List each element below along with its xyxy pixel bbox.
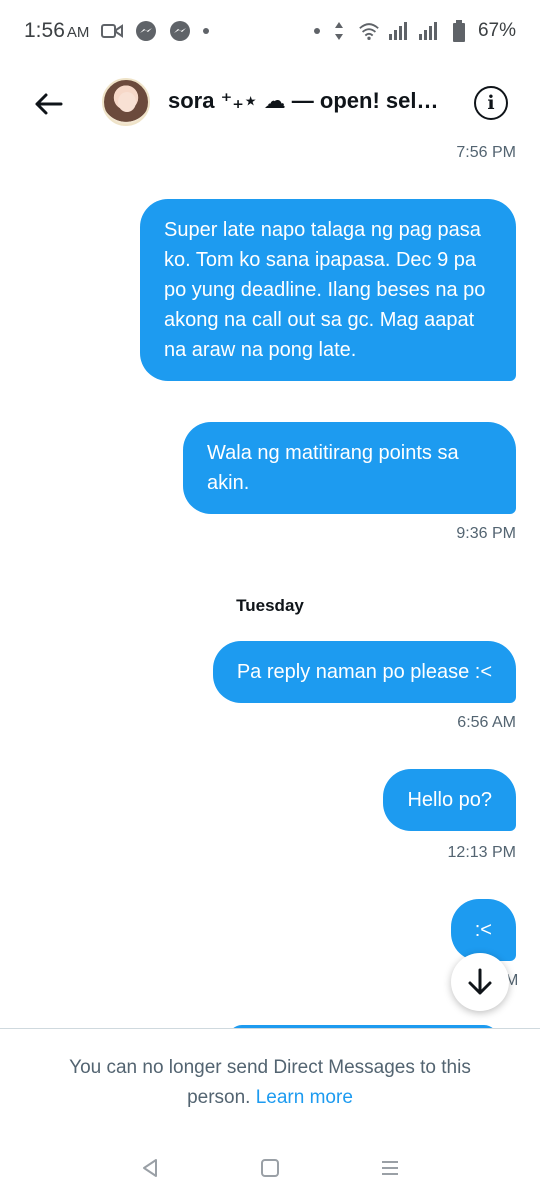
day-separator: Tuesday xyxy=(236,596,304,615)
nav-recents-button[interactable] xyxy=(370,1148,410,1188)
message-timestamp: 9:36 PM xyxy=(456,525,516,542)
message-bubble[interactable]: :< xyxy=(450,899,516,961)
message-bubble[interactable]: Hello po? xyxy=(383,769,516,831)
dm-disabled-notice: You can no longer send Direct Messages t… xyxy=(0,1028,540,1136)
status-bar: 1:56 AM 67% xyxy=(0,0,540,62)
info-icon: i xyxy=(487,92,495,114)
nav-back-button[interactable] xyxy=(130,1148,170,1188)
status-time: 1:56 AM xyxy=(24,19,90,42)
conversation-title[interactable]: sora ⁺₊⋆ ☁ — open! sel… xyxy=(168,88,463,114)
message-timestamp: 12:13 PM xyxy=(447,844,516,861)
messenger-icon xyxy=(135,20,157,42)
wifi-icon xyxy=(358,20,380,42)
recents-lines-icon xyxy=(382,1161,398,1175)
notification-dot-icon xyxy=(313,28,320,34)
signal-icon xyxy=(388,20,410,42)
back-button[interactable] xyxy=(30,86,66,122)
conversation-header: sora ⁺₊⋆ ☁ — open! sel… i xyxy=(0,72,540,134)
avatar[interactable] xyxy=(102,78,150,126)
message-bubble[interactable]: Wala ng matitirang points sa akin. xyxy=(183,422,516,514)
message-bubble[interactable]: Super late napo talaga ng pag pasa ko. T… xyxy=(140,199,516,381)
signal-icon-2 xyxy=(418,20,440,42)
back-arrow-icon xyxy=(35,93,63,115)
messenger-icon-2 xyxy=(169,20,191,42)
system-nav-bar xyxy=(0,1136,540,1200)
nav-home-button[interactable] xyxy=(250,1148,290,1188)
scroll-to-bottom-button[interactable] xyxy=(451,953,509,1011)
battery-icon xyxy=(448,20,470,42)
message-bubble[interactable]: Pa reply naman po please :< xyxy=(212,641,516,703)
message-timestamp: 6:56 AM xyxy=(457,714,516,731)
message-timestamp: 7:56 PM xyxy=(456,144,516,161)
info-button[interactable]: i xyxy=(474,86,508,120)
battery-percent: 67% xyxy=(477,20,516,41)
triangle-back-icon xyxy=(143,1159,157,1177)
video-call-icon xyxy=(101,20,124,42)
learn-more-link[interactable]: Learn more xyxy=(256,1087,353,1108)
data-arrows-icon xyxy=(328,20,350,42)
notification-dot-icon xyxy=(203,28,210,34)
arrow-down-icon xyxy=(468,968,492,995)
square-home-icon xyxy=(261,1159,279,1177)
